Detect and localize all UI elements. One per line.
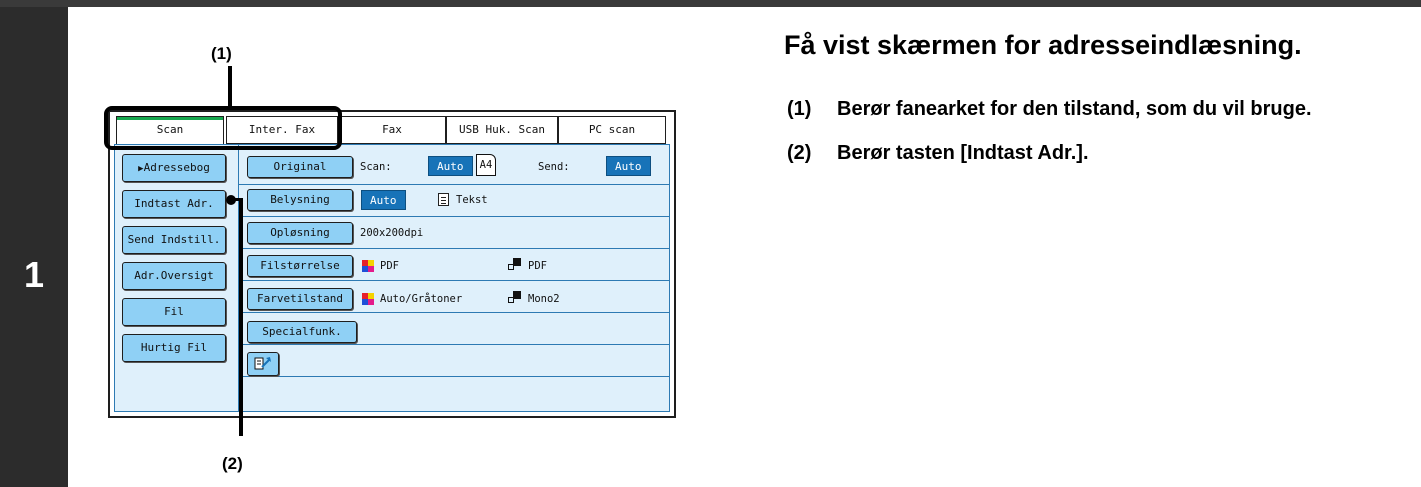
callout-2-line: [239, 198, 243, 436]
filstorrelse-button-label: Filstørrelse: [260, 259, 340, 272]
oplosning-value: 200x200dpi: [360, 227, 424, 239]
callout-1-label: (1): [211, 44, 232, 63]
farvetilstand-button-label: Farvetilstand: [256, 292, 344, 305]
color-icon: [362, 260, 374, 272]
send-label: Send:: [538, 161, 570, 173]
row-separator: [238, 312, 670, 313]
preview-icon: [254, 357, 271, 370]
filstorrelse-button[interactable]: Filstørrelse: [247, 255, 353, 277]
mono-icon: [508, 291, 521, 304]
sidebar-item-send-indstill[interactable]: Send Indstill.: [122, 226, 226, 254]
sidebar-item-hurtig-fil[interactable]: Hurtig Fil: [122, 334, 226, 362]
farvetilstand-button[interactable]: Farvetilstand: [247, 288, 353, 310]
tab-usb-scan[interactable]: USB Huk. Scan: [446, 116, 558, 144]
preview-button[interactable]: [247, 352, 279, 376]
belysning-auto-value: Auto: [361, 190, 406, 210]
sidebar-item-adressebog[interactable]: ▶Adressebog: [122, 154, 226, 182]
instruction-step-1: (1) Berør fanearket for den tilstand, so…: [787, 93, 1407, 125]
document-text-icon: [438, 193, 449, 206]
sidebar-item-label: Hurtig Fil: [140, 341, 208, 354]
mono-icon: [508, 258, 521, 271]
tab-usb-scan-label: USB Huk. Scan: [458, 123, 546, 136]
farvetilstand-mono-value: Mono2: [528, 293, 560, 305]
farvetilstand-color-value: Auto/Gråtoner: [380, 293, 463, 305]
sidebar-item-fil[interactable]: Fil: [122, 298, 226, 326]
instruction-step-number: (2): [787, 142, 812, 164]
color-icon: [362, 293, 374, 305]
row-separator: [238, 248, 670, 249]
step-number: 1: [23, 254, 45, 295]
sidebar-item-adr-oversigt[interactable]: Adr.Oversigt: [122, 262, 226, 290]
sidebar-item-label: Fil: [164, 305, 184, 318]
sidebar-item-label: Send Indstill.: [127, 233, 221, 246]
sidebar-item-label: Adr.Oversigt: [134, 269, 214, 282]
row-separator: [238, 216, 670, 217]
row-separator: [238, 344, 670, 345]
original-button[interactable]: Original: [247, 156, 353, 178]
belysning-button-label: Belysning: [270, 193, 330, 206]
instruction-step-text: Berør tasten [Indtast Adr.].: [837, 142, 1089, 164]
sidebar-item-label: Adressebog: [143, 161, 210, 174]
tab-fax[interactable]: Fax: [338, 116, 446, 144]
top-rule: [0, 0, 1421, 7]
instruction-step-number: (1): [787, 98, 812, 120]
oplosning-button[interactable]: Opløsning: [247, 222, 353, 244]
tab-highlight-frame: [104, 106, 342, 150]
machine-panel: Scan Inter. Fax Fax USB Huk. Scan PC sca…: [108, 110, 676, 418]
row-separator: [238, 184, 670, 185]
oplosning-button-label: Opløsning: [270, 226, 330, 239]
scan-label: Scan:: [360, 161, 392, 173]
belysning-mode-text: Tekst: [456, 194, 488, 206]
instruction-heading: Få vist skærmen for adresseindlæsning.: [784, 30, 1302, 60]
instruction-step-2: (2) Berør tasten [Indtast Adr.].: [787, 137, 1407, 169]
sidebar-item-indtast-adr[interactable]: Indtast Adr.: [122, 190, 226, 218]
scan-auto-value: Auto: [428, 156, 473, 176]
callout-2-label: (2): [222, 454, 243, 473]
original-button-label: Original: [273, 160, 327, 173]
send-auto-value: Auto: [606, 156, 651, 176]
paper-size-a4: A4: [476, 154, 496, 176]
row-separator: [238, 376, 670, 377]
belysning-button[interactable]: Belysning: [247, 189, 353, 211]
tab-pc-scan[interactable]: PC scan: [558, 116, 666, 144]
specialfunk-button[interactable]: Specialfunk.: [247, 321, 357, 343]
callout-1-line: [228, 66, 232, 108]
specialfunk-button-label: Specialfunk.: [262, 325, 342, 338]
tab-pc-scan-label: PC scan: [588, 123, 636, 136]
row-separator: [238, 280, 670, 281]
filstorrelse-mono-value: PDF: [528, 260, 547, 272]
tab-fax-label: Fax: [382, 123, 402, 136]
instruction-steps: (1) Berør fanearket for den tilstand, so…: [787, 93, 1407, 181]
step-bar: 1: [0, 7, 68, 487]
filstorrelse-color-value: PDF: [380, 260, 399, 272]
instruction-step-text: Berør fanearket for den tilstand, som du…: [837, 98, 1312, 120]
sidebar-item-label: Indtast Adr.: [134, 197, 214, 210]
